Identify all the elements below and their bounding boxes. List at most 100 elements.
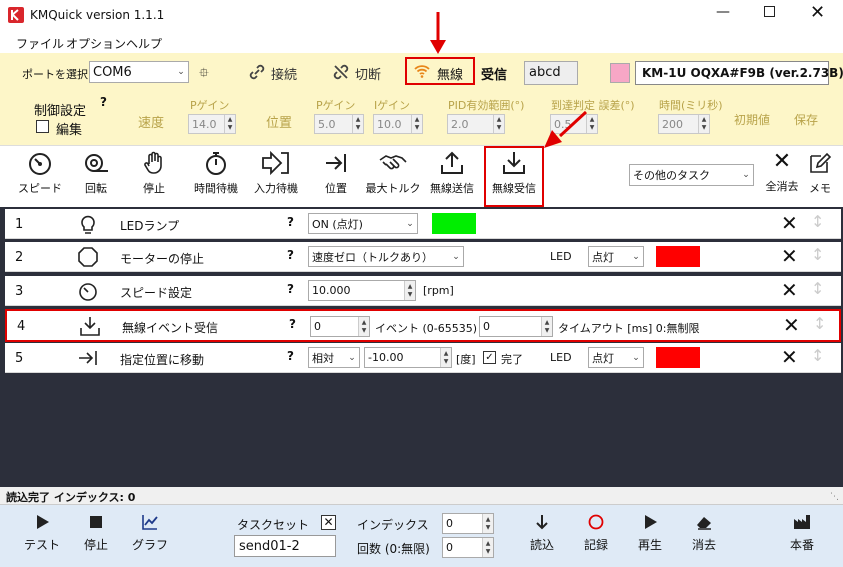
receive-field[interactable]: abcd [524, 61, 578, 85]
load-button[interactable]: 読込 [524, 512, 560, 553]
drag-handle-icon[interactable]: ↕ [811, 212, 824, 231]
delete-row-icon[interactable]: ✕ [781, 345, 798, 369]
index-spin[interactable]: 0 ▲ ▼ [442, 513, 494, 534]
arrow-down-icon [536, 515, 548, 530]
led-mode-select[interactable]: 点灯 ⌄ [588, 347, 644, 368]
task-help[interactable]: ? [287, 248, 294, 262]
timeout-label: タイムアウト [ms] 0:無制限 [558, 322, 700, 335]
done-checkbox[interactable]: ✓ [483, 351, 496, 364]
toolbar-wait-input-button[interactable]: 入力待機 [248, 148, 304, 204]
wireless-label: 無線 [437, 68, 464, 83]
task-row[interactable]: 2 モーターの停止 ? 速度ゼロ（トルクあり） ⌄ LED 点灯 ⌄ ✕ ↕ [5, 242, 841, 272]
link-icon [249, 64, 265, 80]
other-tasks-select[interactable]: その他のタスク ⌄ [629, 164, 754, 186]
task-help[interactable]: ? [289, 317, 296, 331]
task-help[interactable]: ? [287, 215, 294, 229]
task-help[interactable]: ? [287, 349, 294, 363]
test-button[interactable]: テスト [22, 512, 62, 553]
toolbar-speed-button[interactable]: スピード [16, 148, 64, 204]
toolbar-wireless-send-button[interactable]: 無線送信 [424, 148, 480, 204]
event-label: イベント (0-65535) [375, 322, 478, 335]
play-button[interactable]: 再生 [632, 512, 668, 553]
event-value-spin[interactable]: 0 ▲ ▼ [310, 316, 370, 337]
move-mode-select[interactable]: 相対 ⌄ [308, 347, 360, 368]
handshake-icon [379, 155, 407, 170]
status-bar: 読込完了 インデックス: 0 [0, 487, 843, 505]
task-help[interactable]: ? [287, 282, 294, 296]
maximize-icon[interactable] [764, 6, 775, 17]
resize-grip-icon[interactable]: ⋱ [830, 492, 839, 502]
speedometer-icon [29, 153, 51, 175]
drag-handle-icon[interactable]: ↕ [811, 245, 824, 264]
count-spin[interactable]: 0 ▲ ▼ [442, 537, 494, 558]
toolbar-max-torque-button[interactable]: 最大トルク [364, 148, 422, 204]
stop-button[interactable]: 停止 [78, 512, 114, 553]
connect-button[interactable]: 接続 [271, 64, 297, 83]
wifi-icon [414, 65, 430, 78]
delete-row-icon[interactable]: ✕ [781, 211, 798, 235]
toolbar-stop-button[interactable]: 停止 [130, 148, 178, 204]
play-icon [37, 515, 49, 529]
task-row[interactable]: 3 スピード設定 ? 10.000 ▲ ▼ [rpm] ✕ ↕ [5, 276, 841, 306]
menu-options[interactable]: オプション [66, 35, 126, 52]
task-label: LEDランプ [120, 219, 180, 233]
led-mode-select[interactable]: 点灯 ⌄ [588, 246, 644, 267]
wireless-button[interactable]: 無線 [405, 57, 475, 85]
toolbar-position-button[interactable]: 位置 [312, 148, 360, 204]
device-color-swatch [610, 63, 630, 83]
receive-label: 受信 [481, 68, 508, 83]
delete-row-icon[interactable]: ✕ [781, 244, 798, 268]
menu-bar: ファイル オプション ヘルプ [0, 31, 843, 53]
close-icon[interactable]: ✕ [810, 2, 825, 23]
record-circle-icon [588, 514, 604, 530]
taskset-input[interactable]: send01-2 [234, 535, 336, 557]
control-help[interactable]: ? [100, 95, 107, 109]
task-row-highlighted[interactable]: 4 無線イベント受信 ? 0 ▲ ▼ イベント (0-65535) 0 ▲ ▼ タイムア… [5, 309, 841, 342]
stop-mode-select[interactable]: 速度ゼロ（トルクあり） ⌄ [308, 246, 464, 267]
erase-button[interactable]: 消去 [686, 512, 722, 553]
record-button[interactable]: 記録 [578, 512, 614, 553]
port-label: ポートを選択 [22, 68, 88, 81]
memo-button[interactable]: メモ [804, 148, 836, 204]
device-name-field: KM-1U OQXA#F9B (ver.2.73B) [635, 61, 843, 85]
clear-all-button[interactable]: ✕ 全消去 [760, 148, 804, 204]
graph-button[interactable]: グラフ [130, 512, 170, 553]
drag-handle-icon[interactable]: ↕ [811, 346, 824, 365]
target-position-spin[interactable]: -10.00 ▲ ▼ [364, 347, 452, 368]
taskset-clear-checkbox[interactable]: ✕ [321, 515, 336, 530]
edit-pencil-icon [810, 152, 832, 173]
task-number: 2 [15, 250, 24, 265]
drag-handle-icon[interactable]: ↕ [811, 279, 824, 298]
toolbar-rotation-button[interactable]: 回転 [72, 148, 120, 204]
timeout-value-spin[interactable]: 0 ▲ ▼ [479, 316, 553, 337]
production-button[interactable]: 本番 [784, 512, 820, 553]
port-value: COM6 [93, 64, 132, 80]
task-row[interactable]: 1 LEDランプ ? ON (点灯) ⌄ ✕ ↕ [5, 209, 841, 239]
time-label: 時間(ミリ秒) [659, 99, 723, 112]
task-label: 無線イベント受信 [122, 321, 219, 335]
toolbar-wait-time-button[interactable]: 時間待機 [188, 148, 244, 204]
delete-row-icon[interactable]: ✕ [783, 313, 800, 337]
task-row[interactable]: 5 指定位置に移動 ? 相対 ⌄ -10.00 ▲ ▼ [度] ✓ 完了 LED 点灯… [5, 343, 841, 373]
color-swatch[interactable] [656, 347, 700, 368]
menu-help[interactable]: ヘルプ [126, 35, 162, 52]
color-swatch[interactable] [432, 213, 476, 234]
disconnect-button[interactable]: 切断 [355, 64, 381, 83]
menu-file[interactable]: ファイル [16, 35, 64, 52]
port-select[interactable]: COM6 ⌄ [89, 61, 189, 83]
hand-stop-icon [144, 151, 162, 174]
save-button[interactable]: 保存 [794, 111, 818, 128]
speed-value-spin[interactable]: 10.000 ▲ ▼ [308, 280, 416, 301]
initial-value-button[interactable]: 初期値 [734, 111, 770, 128]
minimize-icon[interactable]: — [716, 4, 730, 20]
drag-handle-icon[interactable]: ↕ [813, 314, 826, 333]
color-swatch[interactable] [656, 246, 700, 267]
led-state-select[interactable]: ON (点灯) ⌄ [308, 213, 418, 234]
edit-label: 編集 [56, 123, 83, 138]
x-icon: ✕ [772, 149, 792, 174]
stop-square-icon [90, 516, 102, 528]
delete-row-icon[interactable]: ✕ [781, 278, 798, 302]
edit-checkbox[interactable] [36, 120, 49, 133]
arrow-to-line-icon [326, 154, 346, 172]
toolbar-wireless-receive-button[interactable]: 無線受信 [484, 146, 544, 207]
